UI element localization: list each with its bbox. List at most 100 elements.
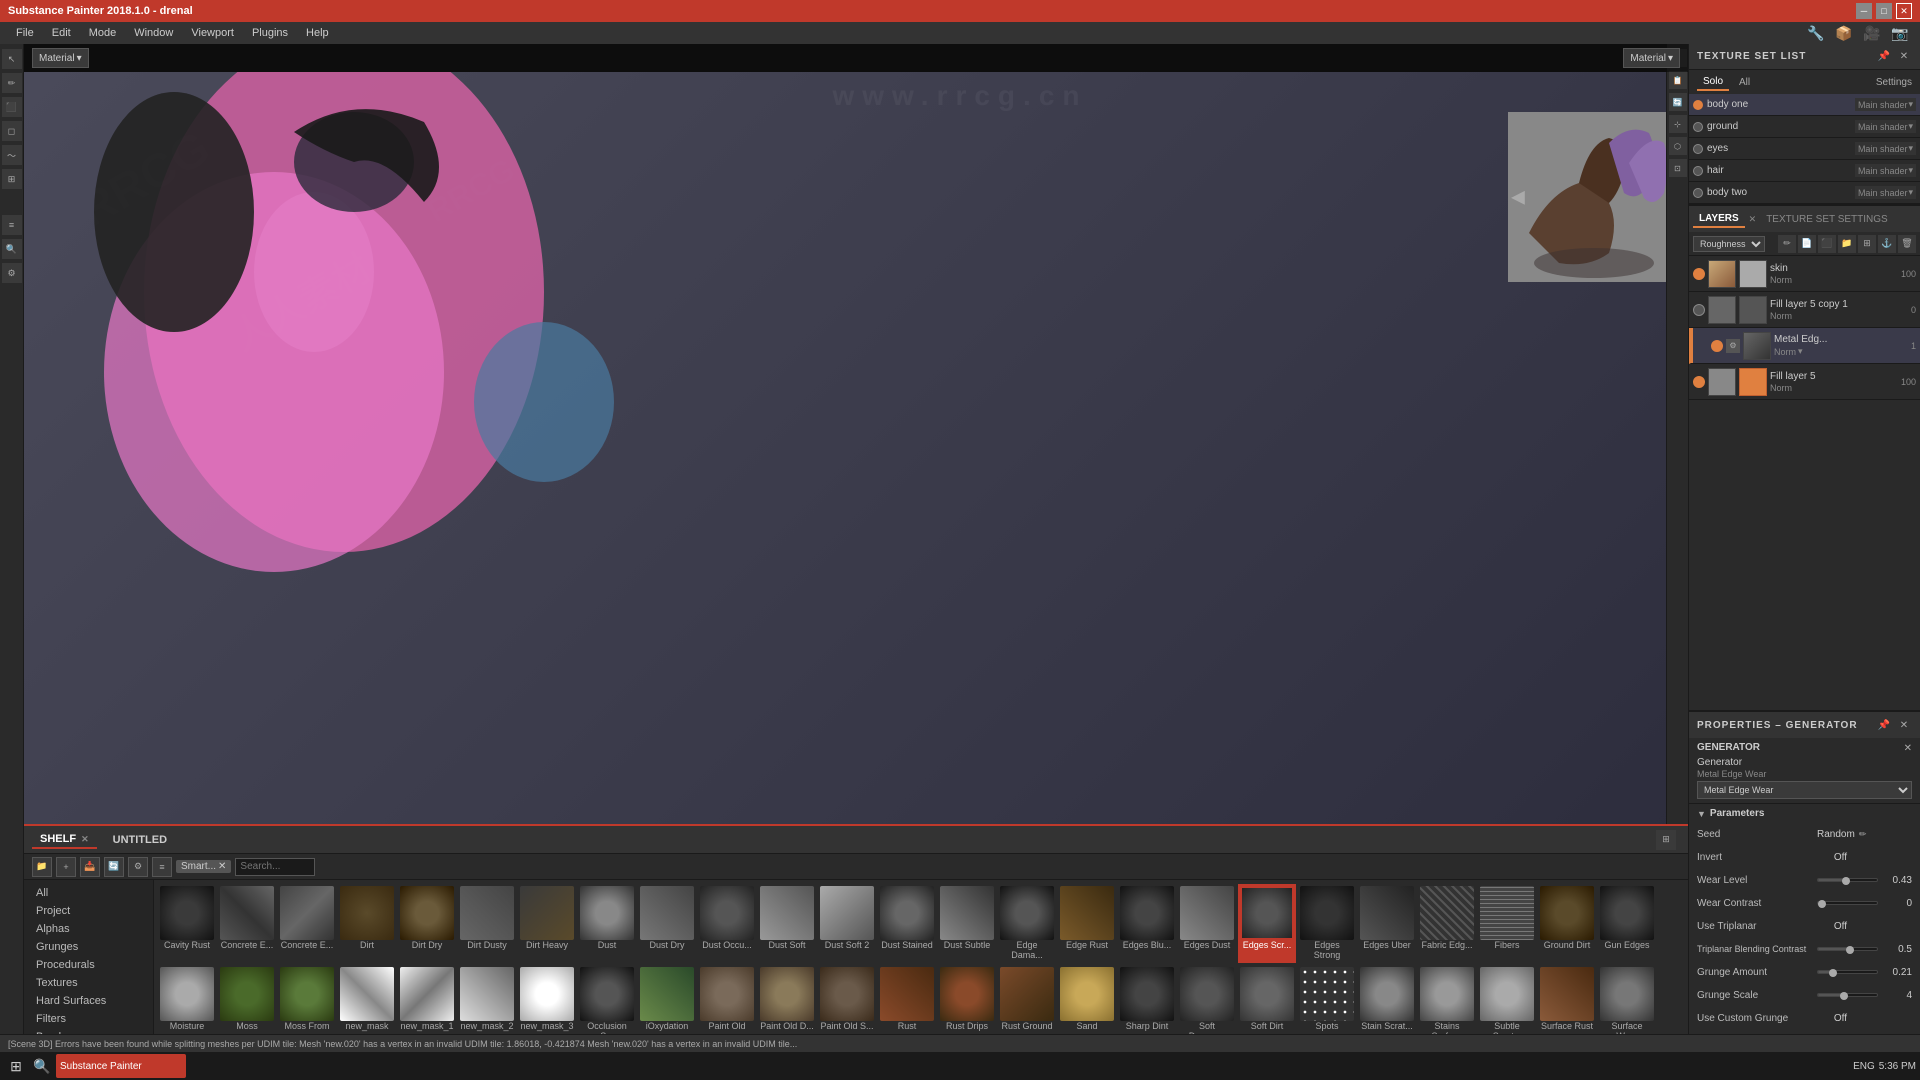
shelf-item-12[interactable]: Dust Stained bbox=[878, 884, 936, 963]
tool-paint[interactable]: ✏ bbox=[2, 73, 22, 93]
category-textures[interactable]: Textures bbox=[24, 974, 153, 992]
vp-btn-4[interactable]: ⊹ bbox=[1669, 115, 1687, 133]
shelf-item-26[interactable]: Moss bbox=[218, 965, 276, 1044]
shelf-search-input[interactable] bbox=[235, 858, 315, 876]
category-procedurals[interactable]: Procedurals bbox=[24, 956, 153, 974]
taskbar-search[interactable]: 🔍 bbox=[30, 1054, 54, 1078]
menu-edit[interactable]: Edit bbox=[44, 25, 79, 41]
category-all[interactable]: All bbox=[24, 884, 153, 902]
shelf-item-38[interactable]: Rust Drips bbox=[938, 965, 996, 1044]
tool-smudge[interactable]: 〜 bbox=[2, 145, 22, 165]
shelf-item-44[interactable]: Spots bbox=[1298, 965, 1356, 1044]
filter-tag-close[interactable]: ✕ bbox=[218, 861, 226, 872]
texture-set-pin[interactable]: 📌 bbox=[1876, 49, 1892, 65]
param-wear-level-value[interactable]: 0.43 bbox=[1817, 875, 1912, 886]
shelf-item-9[interactable]: Dust Occu... bbox=[698, 884, 756, 963]
menu-plugins[interactable]: Plugins bbox=[244, 25, 296, 41]
shelf-item-34[interactable]: Paint Old bbox=[698, 965, 756, 1044]
shelf-grid-toggle[interactable]: ⊞ bbox=[1656, 830, 1676, 850]
layers-tab-active[interactable]: LAYERS bbox=[1693, 211, 1745, 228]
shelf-item-29[interactable]: new_mask_1 bbox=[398, 965, 456, 1044]
layers-tab-inactive[interactable]: TEXTURE SET SETTINGS bbox=[1760, 212, 1894, 227]
menu-viewport[interactable]: Viewport bbox=[183, 25, 242, 41]
shelf-item-33[interactable]: iOxydation bbox=[638, 965, 696, 1044]
shelf-btn-settings[interactable]: ⚙ bbox=[128, 857, 148, 877]
param-triplanar-blend-value[interactable]: 0.5 bbox=[1817, 944, 1912, 955]
ts-item-eyes[interactable]: eyes Main shader▾ bbox=[1689, 138, 1920, 160]
shelf-tab-untitled[interactable]: UNTITLED bbox=[105, 832, 175, 848]
layer-skin[interactable]: skin Norm 100 bbox=[1689, 256, 1920, 292]
layers-btn-add[interactable]: 📄 bbox=[1798, 235, 1816, 253]
menu-mode[interactable]: Mode bbox=[81, 25, 125, 41]
param-wear-level-slider[interactable] bbox=[1817, 878, 1878, 882]
tool-icon-1[interactable]: 🔧 bbox=[1804, 21, 1828, 45]
shelf-item-35[interactable]: Paint Old D... bbox=[758, 965, 816, 1044]
ts-settings[interactable]: Settings bbox=[1876, 77, 1912, 88]
shelf-item-45[interactable]: Stain Scrat... bbox=[1358, 965, 1416, 1044]
shelf-item-3[interactable]: Dirt bbox=[338, 884, 396, 963]
ts-item-body-two[interactable]: body two Main shader▾ bbox=[1689, 182, 1920, 204]
tool-icon-3[interactable]: 🎥 bbox=[1860, 21, 1884, 45]
shelf-item-7[interactable]: Dust bbox=[578, 884, 636, 963]
shelf-item-11[interactable]: Dust Soft 2 bbox=[818, 884, 876, 963]
shelf-item-16[interactable]: Edges Blu... bbox=[1118, 884, 1176, 963]
shelf-item-14[interactable]: Edge Dama... bbox=[998, 884, 1056, 963]
vp-btn-6[interactable]: ⊡ bbox=[1669, 159, 1687, 177]
shelf-item-37[interactable]: Rust bbox=[878, 965, 936, 1044]
shelf-item-48[interactable]: Surface Rust bbox=[1538, 965, 1596, 1044]
shelf-item-30[interactable]: new_mask_2 bbox=[458, 965, 516, 1044]
shelf-item-25[interactable]: Moisture bbox=[158, 965, 216, 1044]
shelf-item-23[interactable]: Ground Dirt bbox=[1538, 884, 1596, 963]
shelf-item-24[interactable]: Gun Edges bbox=[1598, 884, 1656, 963]
shelf-item-19[interactable]: Edges Strong bbox=[1298, 884, 1356, 963]
maximize-button[interactable]: □ bbox=[1876, 3, 1892, 19]
shelf-item-36[interactable]: Paint Old S... bbox=[818, 965, 876, 1044]
param-seed-edit[interactable]: ✏ bbox=[1859, 829, 1867, 840]
tool-layers[interactable]: ≡ bbox=[2, 215, 22, 235]
shelf-item-1[interactable]: Concrete E... bbox=[218, 884, 276, 963]
shelf-btn-add[interactable]: + bbox=[56, 857, 76, 877]
shelf-item-8[interactable]: Dust Dry bbox=[638, 884, 696, 963]
generator-remove[interactable]: ✕ bbox=[1904, 743, 1912, 754]
shelf-item-41[interactable]: Sharp Dint bbox=[1118, 965, 1176, 1044]
tool-settings[interactable]: ⚙ bbox=[2, 263, 22, 283]
vp-btn-3[interactable]: 🔄 bbox=[1669, 93, 1687, 111]
layers-tab-close[interactable]: ✕ bbox=[1749, 214, 1757, 225]
shelf-btn-filter[interactable]: ≡ bbox=[152, 857, 172, 877]
param-grunge-amount-value[interactable]: 0.21 bbox=[1817, 967, 1912, 978]
shelf-tab-close[interactable]: ✕ bbox=[81, 834, 89, 844]
shelf-item-21[interactable]: Fabric Edg... bbox=[1418, 884, 1476, 963]
shelf-item-28[interactable]: new_mask bbox=[338, 965, 396, 1044]
shelf-item-22[interactable]: Fibers bbox=[1478, 884, 1536, 963]
vp-btn-5[interactable]: ⬡ bbox=[1669, 137, 1687, 155]
layer-vis-skin[interactable] bbox=[1693, 268, 1705, 280]
tool-icon-4[interactable]: 📷 bbox=[1888, 21, 1912, 45]
shelf-item-17[interactable]: Edges Dust bbox=[1178, 884, 1236, 963]
layers-btn-group[interactable]: 📁 bbox=[1838, 235, 1856, 253]
small-viewport[interactable]: ◀ bbox=[1508, 112, 1678, 282]
shelf-item-18[interactable]: Edges Scr... bbox=[1238, 884, 1296, 963]
tool-select[interactable]: ↖ bbox=[2, 49, 22, 69]
taskbar-app-1[interactable]: Substance Painter bbox=[56, 1054, 186, 1078]
shelf-item-27[interactable]: Moss From ... bbox=[278, 965, 336, 1044]
tool-fill[interactable]: ⬛ bbox=[2, 97, 22, 117]
layers-btn-paint[interactable]: ✏ bbox=[1778, 235, 1796, 253]
viewport-left-dropdown[interactable]: Material ▾ bbox=[32, 48, 89, 68]
close-button[interactable]: ✕ bbox=[1896, 3, 1912, 19]
shelf-item-39[interactable]: Rust Ground bbox=[998, 965, 1056, 1044]
layer-vis-fill5[interactable] bbox=[1693, 376, 1705, 388]
ts-item-ground[interactable]: ground Main shader▾ bbox=[1689, 116, 1920, 138]
shelf-item-46[interactable]: Stains Surface bbox=[1418, 965, 1476, 1044]
ts-item-body-one[interactable]: body one Main shader▾ bbox=[1689, 94, 1920, 116]
layers-btn-fill[interactable]: ⬛ bbox=[1818, 235, 1836, 253]
menu-window[interactable]: Window bbox=[126, 25, 181, 41]
category-filters[interactable]: Filters bbox=[24, 1010, 153, 1028]
layer-vis-metal[interactable] bbox=[1711, 340, 1723, 352]
ts-tab-all[interactable]: All bbox=[1733, 75, 1756, 90]
category-project[interactable]: Project bbox=[24, 902, 153, 920]
menu-file[interactable]: File bbox=[8, 25, 42, 41]
shelf-item-13[interactable]: Dust Subtle bbox=[938, 884, 996, 963]
menu-help[interactable]: Help bbox=[298, 25, 337, 41]
start-button[interactable]: ⊞ bbox=[4, 1054, 28, 1078]
shelf-item-5[interactable]: Dirt Dusty bbox=[458, 884, 516, 963]
